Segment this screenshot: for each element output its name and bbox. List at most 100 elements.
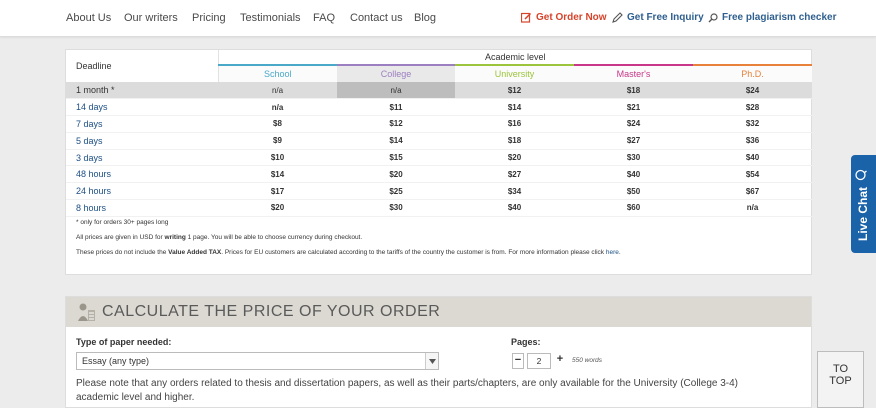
- deadline-cell[interactable]: 5 days: [66, 132, 218, 149]
- level-header-university[interactable]: University: [455, 64, 574, 82]
- calculator-title: CALCULATE THE PRICE OF YOUR ORDER: [102, 303, 441, 320]
- price-cell[interactable]: $28: [693, 99, 812, 116]
- academic-level-header: Academic level: [484, 52, 546, 62]
- price-cell[interactable]: $21: [574, 99, 693, 116]
- search-icon: [708, 12, 718, 23]
- price-cell[interactable]: $54: [693, 166, 812, 183]
- deadline-cell[interactable]: 24 hours: [66, 183, 218, 200]
- note-currency: All prices are given in USD for writing …: [76, 233, 363, 241]
- word-count: 550 words: [572, 357, 602, 364]
- price-cell[interactable]: $15: [337, 149, 455, 166]
- nav-link-pricing[interactable]: Pricing: [192, 12, 226, 24]
- plagiarism-checker-label: Free plagiarism checker: [722, 12, 837, 23]
- price-cell[interactable]: $9: [218, 132, 337, 149]
- price-table: Deadline Academic level School College Uni…: [66, 50, 813, 217]
- price-cell[interactable]: $60: [574, 200, 693, 217]
- price-cell[interactable]: $24: [693, 82, 813, 99]
- nav-link-contact-us[interactable]: Contact us: [350, 12, 403, 24]
- price-cell[interactable]: $18: [574, 82, 693, 99]
- vat-info-link[interactable]: here: [606, 249, 619, 256]
- deadline-cell[interactable]: 48 hours: [66, 166, 218, 183]
- price-cell[interactable]: $40: [574, 166, 693, 183]
- get-free-inquiry-link[interactable]: Get Free Inquiry: [612, 12, 704, 23]
- table-row: 5 days $9 $14 $18 $27 $36: [66, 132, 813, 150]
- price-cell[interactable]: $12: [337, 116, 455, 133]
- live-chat-button[interactable]: Live Chat: [851, 155, 876, 253]
- pages-input[interactable]: 2: [527, 353, 551, 369]
- price-cell[interactable]: $11: [337, 99, 455, 116]
- nav-link-about-us[interactable]: About Us: [66, 12, 111, 24]
- deadline-cell[interactable]: 1 month *: [66, 82, 218, 99]
- to-top-button[interactable]: TO TOP: [817, 351, 864, 408]
- pages-increment-button[interactable]: +: [554, 353, 566, 369]
- level-header-school[interactable]: School: [218, 64, 337, 82]
- paper-type-label: Type of paper needed:: [76, 337, 172, 347]
- level-header-phd[interactable]: Ph.D.: [693, 64, 813, 82]
- get-free-inquiry-label: Get Free Inquiry: [627, 12, 704, 23]
- nav-link-testimonials[interactable]: Testimonials: [240, 12, 301, 24]
- nav-link-our-writers[interactable]: Our writers: [124, 12, 178, 24]
- price-cell[interactable]: $32: [693, 116, 812, 133]
- plagiarism-checker-link[interactable]: Free plagiarism checker: [708, 12, 837, 23]
- price-cell[interactable]: $34: [455, 183, 574, 200]
- price-cell[interactable]: $12: [455, 82, 574, 99]
- thesis-note: Please note that any orders related to t…: [76, 378, 739, 403]
- price-cell[interactable]: $50: [574, 183, 693, 200]
- to-top-line2: TOP: [829, 375, 852, 387]
- price-cell[interactable]: $14: [455, 99, 574, 116]
- paper-type-value: Essay (any type): [82, 356, 150, 366]
- pencil-icon: [612, 12, 623, 23]
- price-cell[interactable]: $27: [455, 166, 574, 183]
- get-order-now-link[interactable]: Get Order Now: [521, 12, 607, 23]
- deadline-header: Deadline: [66, 50, 219, 82]
- price-cell[interactable]: n/a: [218, 82, 337, 99]
- level-header-masters[interactable]: Master's: [574, 64, 693, 82]
- pages-stepper: − 2 +: [512, 353, 566, 369]
- table-row: 1 month * n/a n/a $12 $18 $24: [66, 82, 813, 99]
- price-cell[interactable]: $27: [574, 132, 693, 149]
- table-row: 48 hours $14 $20 $27 $40 $54: [66, 166, 813, 183]
- price-cell[interactable]: $20: [455, 149, 574, 166]
- note-orders: * only for orders 30+ pages long: [76, 218, 169, 226]
- price-cell[interactable]: $40: [455, 200, 574, 217]
- price-cell[interactable]: n/a: [218, 99, 337, 116]
- price-cell[interactable]: $18: [455, 132, 574, 149]
- price-cell[interactable]: $10: [218, 149, 337, 166]
- price-cell[interactable]: $30: [574, 149, 693, 166]
- price-cell[interactable]: $8: [218, 116, 337, 133]
- price-cell[interactable]: n/a: [337, 82, 455, 99]
- price-cell[interactable]: n/a: [693, 200, 812, 217]
- calculator-header: CALCULATE THE PRICE OF YOUR ORDER: [66, 297, 811, 327]
- paper-type-select[interactable]: Essay (any type): [76, 352, 439, 370]
- deadline-cell[interactable]: 3 days: [66, 149, 218, 166]
- nav-link-blog[interactable]: Blog: [414, 12, 436, 24]
- price-cell[interactable]: $67: [693, 183, 812, 200]
- price-cell[interactable]: $36: [693, 132, 812, 149]
- table-row: 3 days $10 $15 $20 $30 $40: [66, 149, 813, 166]
- price-cell[interactable]: $40: [693, 149, 812, 166]
- table-row: 7 days $8 $12 $16 $24 $32: [66, 116, 813, 133]
- note-vat: These prices do not include the Value Ad…: [76, 248, 621, 256]
- price-cell[interactable]: $14: [337, 132, 455, 149]
- price-cell[interactable]: $20: [337, 166, 455, 183]
- deadline-cell[interactable]: 14 days: [66, 99, 218, 116]
- chevron-down-icon[interactable]: [425, 353, 438, 369]
- level-header-college[interactable]: College: [337, 64, 455, 82]
- price-table-panel: Deadline Academic level School College Uni…: [65, 49, 813, 275]
- top-navigation: About Us Our writers Pricing Testimonial…: [0, 0, 876, 37]
- pages-decrement-button[interactable]: −: [512, 353, 524, 369]
- price-cell[interactable]: $14: [218, 166, 337, 183]
- price-cell[interactable]: $30: [337, 200, 455, 217]
- price-cell[interactable]: $25: [337, 183, 455, 200]
- price-cell[interactable]: $20: [218, 200, 337, 217]
- nav-link-faq[interactable]: FAQ: [313, 12, 335, 24]
- deadline-cell[interactable]: 8 hours: [66, 200, 218, 217]
- pages-label: Pages:: [511, 337, 541, 347]
- price-calculator: CALCULATE THE PRICE OF YOUR ORDER Type o…: [65, 296, 812, 408]
- price-cell[interactable]: $24: [574, 116, 693, 133]
- table-row: 14 days n/a $11 $14 $21 $28: [66, 99, 813, 116]
- price-cell[interactable]: $16: [455, 116, 574, 133]
- price-notes: * only for orders 30+ pages long All pri…: [66, 219, 811, 257]
- deadline-cell[interactable]: 7 days: [66, 116, 218, 133]
- price-cell[interactable]: $17: [218, 183, 337, 200]
